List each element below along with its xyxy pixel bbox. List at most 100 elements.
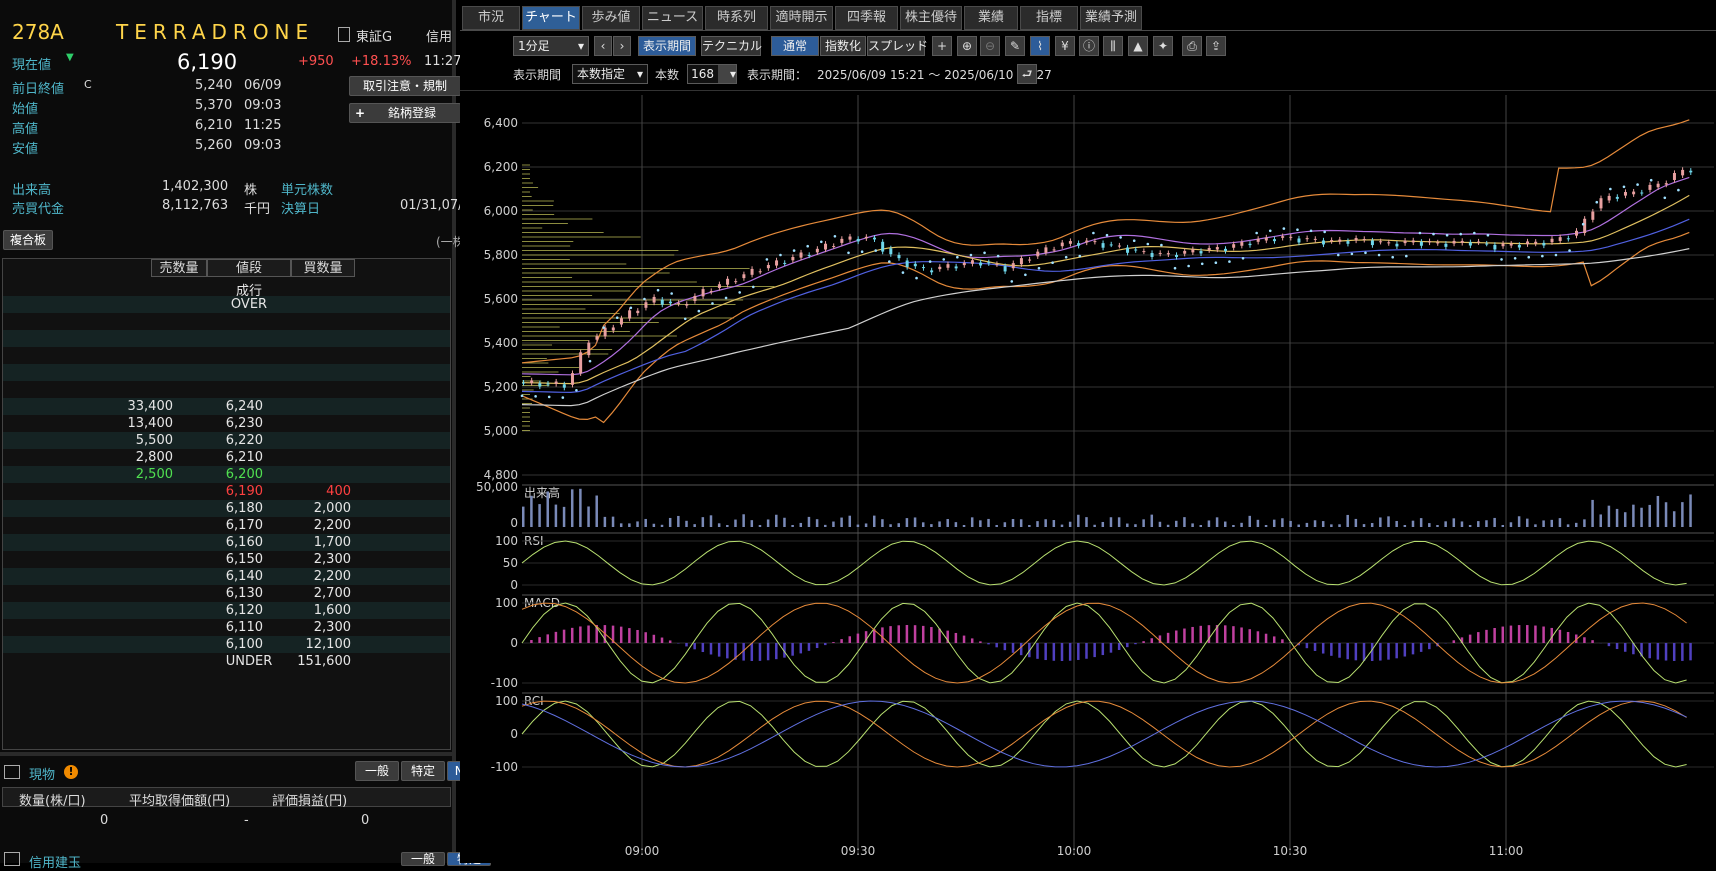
board-tab[interactable]: 複合板 <box>3 230 53 250</box>
reset-icon[interactable]: ⮐ <box>1017 64 1037 84</box>
settings-icon[interactable]: ✦ <box>1153 36 1173 56</box>
candle-body <box>906 261 909 267</box>
board-row[interactable]: 6,150 2,300 <box>3 551 450 568</box>
pen-icon[interactable]: ✎ <box>1005 36 1025 56</box>
sar-dot <box>1391 256 1394 259</box>
sar-dot <box>1432 233 1435 236</box>
board-row[interactable] <box>3 330 450 347</box>
board-row[interactable]: 6,160 1,700 <box>3 534 450 551</box>
macd-histogram <box>775 643 778 659</box>
specific-account-tab[interactable]: 特定 <box>401 761 445 781</box>
volume-bar <box>759 525 762 527</box>
export-icon[interactable]: ⇪ <box>1206 36 1226 56</box>
board-row[interactable] <box>3 364 450 381</box>
register-stock-button[interactable]: +銘柄登録 <box>349 103 461 123</box>
zoom-out-icon[interactable]: ⊖ <box>980 36 1000 56</box>
index-button[interactable]: 指数化 <box>820 36 866 56</box>
print-icon[interactable]: ⎙ <box>1182 36 1202 56</box>
margin-label: 信用 <box>426 26 452 45</box>
board-row[interactable]: 6,100 12,100 <box>3 636 450 653</box>
macd-histogram <box>914 625 917 643</box>
interval-select[interactable]: 1分足▾ <box>513 36 589 56</box>
board-row[interactable] <box>3 313 450 330</box>
macd-histogram <box>685 643 688 646</box>
tab-0[interactable]: 市況 <box>462 6 520 30</box>
board-row[interactable] <box>3 347 450 364</box>
tab-1[interactable]: チャート <box>522 6 580 30</box>
period-button[interactable]: 表示期間 <box>638 36 696 56</box>
board-row[interactable]: 6,130 2,700 <box>3 585 450 602</box>
x-tick-label: 09:00 <box>625 844 660 858</box>
tab-9[interactable]: 指標 <box>1020 6 1078 30</box>
macd-histogram <box>636 630 639 643</box>
tab-4[interactable]: 時系列 <box>705 6 768 30</box>
board-row[interactable]: 成行 <box>3 279 450 296</box>
area-chart-icon[interactable]: ▲ <box>1128 36 1148 56</box>
board-row[interactable]: 13,400 6,230 <box>3 415 450 432</box>
candle-body <box>1069 241 1072 244</box>
macd-histogram <box>1371 643 1374 661</box>
price-chart[interactable]: 6,4006,2006,0005,8005,6005,4005,2005,000… <box>460 95 1716 863</box>
y-tick-label: 5,000 <box>484 424 518 438</box>
board-row[interactable]: 2,800 6,210 <box>3 449 450 466</box>
board-row[interactable]: OVER <box>3 296 450 313</box>
yen-icon[interactable]: ¥ <box>1055 36 1075 56</box>
document-icon[interactable] <box>338 27 350 42</box>
candle-body <box>1657 184 1660 188</box>
tab-8[interactable]: 業績 <box>964 6 1018 30</box>
general-account-tab[interactable]: 一般 <box>355 761 399 781</box>
count-input[interactable]: 168▾ <box>687 64 737 84</box>
collapse-icon[interactable] <box>4 765 20 779</box>
board-row[interactable]: 2,500 6,200 <box>3 466 450 483</box>
tab-2[interactable]: 歩み値 <box>582 6 640 30</box>
board-row[interactable]: 6,180 2,000 <box>3 500 450 517</box>
board-row[interactable]: 6,110 2,300 <box>3 619 450 636</box>
period-mode-select[interactable]: 本数指定▾ <box>572 64 648 84</box>
zoom-in-icon[interactable]: ⊕ <box>957 36 977 56</box>
candle-body <box>1591 212 1594 220</box>
collapse-icon[interactable] <box>4 852 20 866</box>
volume-bar <box>1453 518 1456 527</box>
volume-bar <box>1020 519 1023 527</box>
candle-body <box>1428 241 1431 242</box>
macd-histogram <box>1257 631 1260 643</box>
spread-button[interactable]: スプレッド <box>867 36 925 56</box>
tab-10[interactable]: 業績予測 <box>1080 6 1142 30</box>
board-row[interactable]: UNDER 151,600 <box>3 653 450 670</box>
macd-histogram <box>710 643 713 654</box>
qty-value: 0 <box>100 813 108 828</box>
info-icon[interactable]: ⓘ <box>1079 36 1099 56</box>
macd-histogram <box>1453 640 1456 643</box>
candle-icon[interactable]: ⫼ <box>1103 36 1123 56</box>
board-row[interactable]: 6,190 400 <box>3 483 450 500</box>
macd-histogram <box>1110 643 1113 653</box>
trend-icon[interactable]: ⌇ <box>1030 36 1050 56</box>
tab-7[interactable]: 株主優待 <box>900 6 962 30</box>
board-row[interactable] <box>3 381 450 398</box>
board-row[interactable]: 33,400 6,240 <box>3 398 450 415</box>
x-tick-label: 10:30 <box>1273 844 1308 858</box>
sar-dot <box>1663 197 1666 200</box>
tab-3[interactable]: ニュース <box>642 6 703 30</box>
prev-icon[interactable]: ‹ <box>594 36 612 56</box>
volume-bar <box>946 519 949 527</box>
sar-dot <box>1228 260 1231 263</box>
trade-rules-button[interactable]: 取引注意・規制 <box>349 76 461 96</box>
volume-bar <box>1191 523 1194 527</box>
next-icon[interactable]: › <box>613 36 631 56</box>
tab-6[interactable]: 四季報 <box>835 6 898 30</box>
crosshair-icon[interactable]: + <box>932 36 952 56</box>
tab-5[interactable]: 適時開示 <box>770 6 833 30</box>
volume-bar <box>1126 524 1129 527</box>
macd-histogram <box>1591 640 1594 643</box>
candle-body <box>612 327 615 330</box>
sar-dot <box>698 310 701 313</box>
board-row[interactable]: 6,140 2,200 <box>3 568 450 585</box>
technical-button[interactable]: テクニカル <box>701 36 761 56</box>
spinner-icon[interactable]: ▾ <box>718 65 736 83</box>
board-row[interactable]: 6,170 2,200 <box>3 517 450 534</box>
board-row[interactable]: 5,500 6,220 <box>3 432 450 449</box>
normal-button[interactable]: 通常 <box>771 36 819 56</box>
board-row[interactable]: 6,120 1,600 <box>3 602 450 619</box>
margin-general-tab[interactable]: 一般 <box>401 852 445 866</box>
